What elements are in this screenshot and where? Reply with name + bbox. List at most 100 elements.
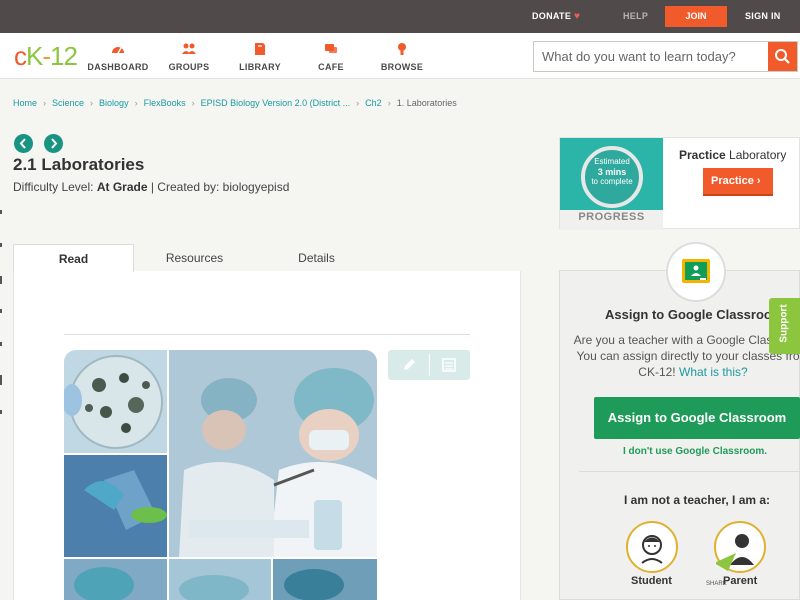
nav-library[interactable]: LIBRARY (225, 41, 295, 72)
search-icon (775, 49, 790, 64)
nav-dashboard-label: DASHBOARD (87, 62, 149, 72)
page-title: 2.1 Laboratories (13, 155, 145, 174)
lesson-meta: Difficulty Level: At Grade | Created by:… (13, 180, 289, 194)
google-classroom-icon (682, 259, 710, 283)
browse-icon (398, 43, 406, 55)
nav-browse-label: BROWSE (380, 62, 424, 72)
estimated-minutes: 3 mins (597, 167, 627, 177)
assign-classroom-button[interactable]: Assign to Google Classroom (594, 397, 800, 439)
donate-label: DONATE (532, 11, 572, 21)
created-by: | Created by: biologyepisd (150, 180, 290, 194)
groups-icon (182, 43, 196, 54)
chevron-left-icon (19, 138, 26, 149)
donate-link[interactable]: DONATE ♥ (532, 0, 580, 33)
practice-widget: Estimated 3 mins to complete PROGRESS Pr… (559, 137, 800, 230)
breadcrumb-biology[interactable]: Biology (99, 98, 129, 108)
nav-groups[interactable]: GROUPS (154, 41, 224, 72)
nav-library-label: LIBRARY (239, 62, 281, 72)
join-button[interactable]: JOIN (665, 6, 727, 27)
nav-groups-label: GROUPS (168, 62, 210, 72)
classroom-title: Assign to Google Classroom (605, 307, 784, 322)
breadcrumb-science[interactable]: Science (52, 98, 84, 108)
difficulty-label: Difficulty Level: (13, 180, 94, 194)
practice-title: Practice Laboratory (679, 148, 786, 162)
breadcrumb-chapter[interactable]: Ch2 (365, 98, 382, 108)
classroom-description: Are you a teacher with a Google Classroo… (573, 332, 800, 380)
parent-button[interactable] (714, 521, 766, 573)
content-divider (64, 334, 470, 335)
search-box (533, 41, 798, 72)
library-icon (255, 43, 265, 55)
difficulty-value: At Grade (96, 180, 148, 194)
nav-cafe-label: CAFE (318, 62, 344, 72)
estimated-suffix: to complete (591, 177, 633, 186)
nav-browse[interactable]: BROWSE (367, 41, 437, 72)
dont-use-classroom-link[interactable]: I don't use Google Classroom. (623, 446, 767, 457)
notes-icon[interactable] (441, 357, 457, 373)
nav-cafe[interactable]: CAFE (296, 41, 366, 72)
google-classroom-badge (666, 242, 726, 302)
student-button[interactable] (626, 521, 678, 573)
practice-title-bold: Practice (679, 148, 726, 162)
support-label: Support (778, 304, 790, 343)
search-button[interactable] (768, 42, 797, 71)
edge-mark (0, 375, 2, 385)
previous-lesson-button[interactable] (14, 134, 33, 153)
not-teacher-label: I am not a teacher, I am a: (624, 493, 771, 507)
edge-mark (0, 410, 2, 414)
breadcrumb-home[interactable]: Home (13, 98, 37, 108)
chevron-right-icon: › (356, 98, 360, 108)
breadcrumb-current: 1. Laboratories (396, 98, 457, 108)
heart-icon: ♥ (573, 11, 581, 22)
edge-mark (0, 276, 2, 284)
support-tab[interactable]: Support (769, 298, 800, 354)
laboratory-photo-collage (64, 350, 377, 600)
main-nav: cK-12 DASHBOARD GROUPS LIBRARY CAFE BROW… (0, 33, 800, 79)
laboratory-image (64, 350, 377, 600)
tab-resources[interactable]: Resources (134, 244, 255, 272)
what-is-this-link[interactable]: What is this? (679, 365, 748, 379)
edge-mark (0, 342, 2, 346)
top-bar: DONATE ♥ HELP JOIN SIGN IN (0, 0, 800, 33)
nav-dashboard[interactable]: DASHBOARD (83, 41, 153, 72)
logo-num: 12 (50, 41, 78, 71)
tools-divider (429, 354, 430, 376)
logo-c: c (14, 41, 27, 71)
progress-label: PROGRESS (578, 211, 645, 223)
chevron-right-icon: › (43, 98, 47, 108)
student-label: Student (631, 575, 672, 587)
edge-mark (0, 309, 2, 313)
classroom-divider (579, 471, 800, 472)
breadcrumb: Home › Science › Biology › FlexBooks › EPISD Bio… (13, 98, 457, 108)
chevron-right-icon (51, 138, 58, 149)
chevron-right-icon: › (134, 98, 138, 108)
lesson-tabs: Read Resources Details (13, 244, 521, 272)
breadcrumb-flexbooks[interactable]: FlexBooks (144, 98, 186, 108)
practice-button-label: Practice (711, 175, 754, 187)
annotation-tools (388, 350, 470, 380)
chevron-right-icon: › (756, 175, 761, 187)
tab-read[interactable]: Read (13, 244, 134, 272)
next-lesson-button[interactable] (44, 134, 63, 153)
pencil-icon[interactable] (401, 357, 417, 373)
ck12-logo[interactable]: cK-12 (14, 41, 78, 71)
share-label[interactable]: SHARE (706, 581, 727, 587)
chevron-right-icon: › (90, 98, 94, 108)
breadcrumb-book[interactable]: EPISD Biology Version 2.0 (District ... (201, 98, 351, 108)
student-icon (641, 535, 663, 564)
estimated-time-text: Estimated 3 mins to complete (581, 157, 643, 187)
sign-in-link[interactable]: SIGN IN (745, 0, 781, 33)
tab-details[interactable]: Details (256, 244, 377, 272)
parent-icon (714, 534, 754, 571)
cafe-icon (325, 44, 337, 53)
search-input[interactable] (534, 42, 769, 71)
edge-mark (0, 243, 2, 247)
help-link[interactable]: HELP (623, 0, 648, 33)
estimated-label: Estimated (594, 157, 630, 166)
chevron-right-icon: › (387, 98, 391, 108)
practice-button[interactable]: Practice › (703, 168, 773, 196)
parent-label: Parent (723, 575, 758, 587)
chevron-right-icon: › (191, 98, 195, 108)
logo-k: K (26, 41, 43, 71)
edge-mark (0, 210, 2, 214)
